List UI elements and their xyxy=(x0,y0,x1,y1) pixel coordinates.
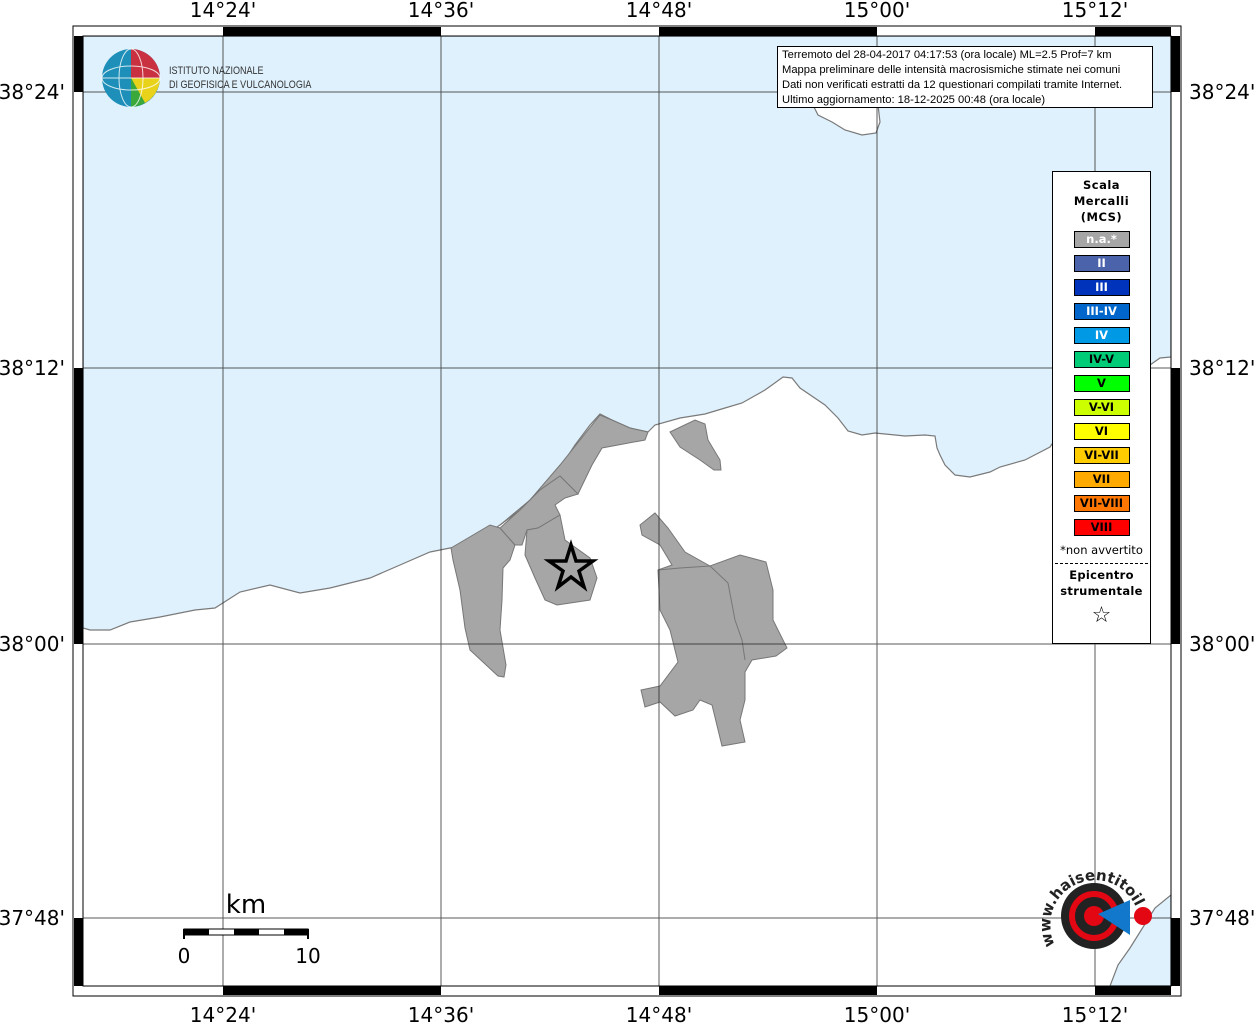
legend-item: VII xyxy=(1073,471,1130,488)
mercalli-legend: Scala Mercalli (MCS) n.a.* II III III-IV IV I… xyxy=(1052,171,1151,644)
axis-label: 38°00' xyxy=(0,632,65,656)
axis-label: 15°12' xyxy=(1062,0,1128,22)
axis-label: 37°48' xyxy=(0,906,65,930)
legend-title-line: Mercalli xyxy=(1073,194,1130,208)
axis-label: 38°12' xyxy=(0,356,65,380)
axis-label: 15°00' xyxy=(844,1003,910,1024)
legend-divider xyxy=(1055,563,1148,564)
event-info-box: Terremoto del 28-04-2017 04:17:53 (ora l… xyxy=(777,46,1153,108)
legend-title-line: (MCS) xyxy=(1080,210,1123,224)
axis-label: 15°00' xyxy=(844,0,910,22)
axis-label: 38°00' xyxy=(1189,632,1254,656)
legend-item: III-IV xyxy=(1073,303,1130,320)
legend-item: III xyxy=(1073,279,1130,296)
axis-label: 14°24' xyxy=(190,1003,256,1024)
legend-items: n.a.* II III III-IV IV IV-V V V-VI VI VI-VII VII VI… xyxy=(1053,231,1150,536)
left-axis-labels: 38°24' 38°12' 38°00' 37°48' xyxy=(0,80,65,930)
axis-label: 14°24' xyxy=(190,0,256,22)
epicenter-label-line: strumentale xyxy=(1060,584,1143,598)
axis-label: 14°48' xyxy=(626,1003,692,1024)
axis-label: 14°36' xyxy=(408,0,474,22)
axis-label: 14°36' xyxy=(408,1003,474,1024)
legend-item: VIII xyxy=(1073,519,1130,536)
legend-item: V xyxy=(1073,375,1130,392)
axis-label: 37°48' xyxy=(1189,906,1254,930)
star-icon: ☆ xyxy=(1091,603,1112,628)
info-line: Mappa preliminare delle intensità macros… xyxy=(782,64,1121,76)
scale-unit: km xyxy=(226,890,266,920)
legend-note: *non avvertito xyxy=(1060,543,1143,557)
axis-label: 38°24' xyxy=(0,80,65,104)
ingv-line: ISTITUTO NAZIONALE xyxy=(169,65,264,77)
axis-label: 38°12' xyxy=(1189,356,1254,380)
info-line: Ultimo aggiornamento: 18-12-2025 00:48 (… xyxy=(782,94,1046,106)
top-axis-labels: 14°24' 14°36' 14°48' 15°00' 15°12' xyxy=(190,0,1128,22)
legend-item: n.a.* xyxy=(1073,231,1130,248)
info-line: Dati non verificati estratti da 12 quest… xyxy=(782,79,1123,91)
info-line: Terremoto del 28-04-2017 04:17:53 (ora l… xyxy=(782,49,1112,61)
bottom-axis-labels: 14°24' 14°36' 14°48' 15°00' 15°12' xyxy=(190,1003,1128,1024)
axis-label: 38°24' xyxy=(1189,80,1254,104)
legend-title-line: Scala xyxy=(1082,178,1121,192)
ingv-logo-text: ISTITUTO NAZIONALE DI GEOFISICA E VULCAN… xyxy=(169,64,311,92)
legend-item: VI xyxy=(1073,423,1130,440)
ingv-line: DI GEOFISICA E VULCANOLOGIA xyxy=(169,79,312,91)
axis-label: 14°48' xyxy=(626,0,692,22)
legend-item: II xyxy=(1073,255,1130,272)
epicenter-legend-label: Epicentro strumentale xyxy=(1053,567,1150,599)
scale-label: 10 xyxy=(295,944,320,968)
axis-label: 15°12' xyxy=(1062,1003,1128,1024)
legend-item: VII-VIII xyxy=(1073,495,1130,512)
legend-item: V-VI xyxy=(1073,399,1130,416)
legend-title: Scala Mercalli (MCS) xyxy=(1053,177,1150,225)
legend-item: VI-VII xyxy=(1073,447,1130,464)
ingv-globe-logo xyxy=(101,48,161,108)
right-axis-labels: 38°24' 38°12' 38°00' 37°48' xyxy=(1189,80,1254,930)
epicenter-label-line: Epicentro xyxy=(1069,568,1134,582)
legend-item: IV xyxy=(1073,327,1130,344)
scale-label: 0 xyxy=(178,944,191,968)
legend-item: IV-V xyxy=(1073,351,1130,368)
